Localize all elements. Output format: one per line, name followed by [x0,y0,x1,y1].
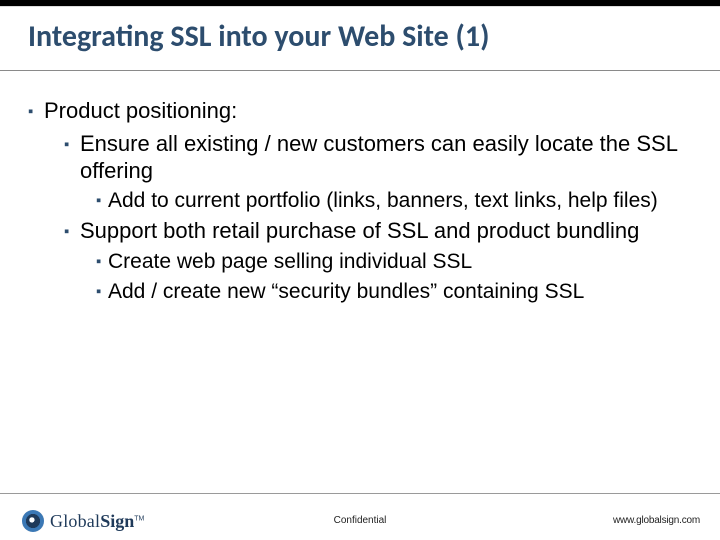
bullet-level3: ▪ Create web page selling individual SSL [96,249,692,275]
square-bullet-icon: ▪ [96,249,108,275]
bullet-text: Product positioning: [44,98,692,125]
top-border-light [0,6,720,7]
square-bullet-icon: ▪ [96,188,108,214]
logo-tm: TM [134,515,144,522]
slide-body: ▪ Product positioning: ▪ Ensure all exis… [28,98,692,308]
square-bullet-icon: ▪ [28,98,44,125]
bullet-level2: ▪ Support both retail purchase of SSL an… [64,218,692,245]
square-bullet-icon: ▪ [64,131,80,185]
logo-text: GlobalSignTM [50,511,144,532]
bullet-text: Support both retail purchase of SSL and … [80,218,692,245]
bullet-text: Ensure all existing / new customers can … [80,131,692,185]
globalsign-logo: GlobalSignTM [22,510,144,532]
bullet-text: Add to current portfolio (links, banners… [108,188,692,214]
bullet-text: Add / create new “security bundles” cont… [108,279,692,305]
slide: Integrating SSL into your Web Site (1) ▪… [0,0,720,540]
globe-icon [22,510,44,532]
logo-word-sign: Sign [100,511,134,531]
title-underline [0,70,720,71]
footer-url: www.globalsign.com [613,515,700,526]
slide-title: Integrating SSL into your Web Site (1) [28,18,692,55]
square-bullet-icon: ▪ [64,218,80,245]
footer: GlobalSignTM Confidential www.globalsign… [0,494,720,540]
square-bullet-icon: ▪ [96,279,108,305]
logo-word-global: Global [50,511,100,531]
footer-confidential: Confidential [334,515,387,526]
bullet-level1: ▪ Product positioning: [28,98,692,125]
bullet-level2: ▪ Ensure all existing / new customers ca… [64,131,692,185]
bullet-text: Create web page selling individual SSL [108,249,692,275]
bullet-level3: ▪ Add / create new “security bundles” co… [96,279,692,305]
bullet-level3: ▪ Add to current portfolio (links, banne… [96,188,692,214]
